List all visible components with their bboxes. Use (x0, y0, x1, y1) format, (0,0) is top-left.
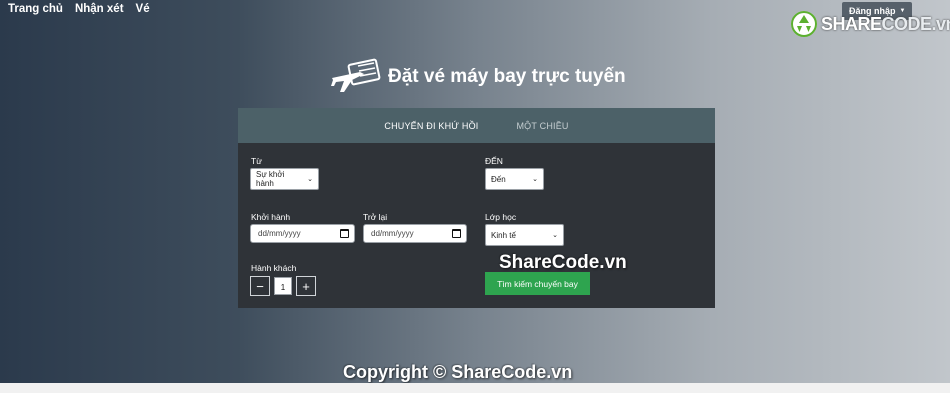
nav-tickets-link[interactable]: Vé (136, 3, 150, 15)
passengers-label: Hành khách (251, 263, 297, 273)
hero-background: Trang chủ Nhận xét Vé Đăng nhập ▼ SHAREC… (0, 0, 950, 383)
to-select-value: Đến (491, 174, 506, 184)
calendar-icon[interactable] (340, 229, 349, 238)
chevron-down-icon: ⌄ (552, 232, 558, 239)
recycle-logo-icon (791, 11, 817, 37)
increase-passengers-button[interactable]: + (296, 276, 316, 296)
to-select[interactable]: Đến ⌄ (485, 168, 544, 190)
depart-date-placeholder: dd/mm/yyyy (258, 229, 301, 238)
title-row: Đặt vé máy bay trực tuyến (330, 58, 626, 96)
top-nav: Trang chủ Nhận xét Vé (8, 3, 150, 15)
return-date-placeholder: dd/mm/yyyy (371, 229, 414, 238)
from-select[interactable]: Sự khởi hành ⌄ (250, 168, 319, 190)
search-flights-button[interactable]: Tìm kiếm chuyến bay (485, 272, 590, 295)
return-date-input[interactable]: dd/mm/yyyy (363, 224, 467, 243)
airplane-ticket-icon (331, 58, 381, 92)
passengers-stepper: − 1 + (250, 276, 316, 296)
depart-date-input[interactable]: dd/mm/yyyy (250, 224, 355, 243)
brand-text: SHARECODE.vn (821, 14, 950, 35)
from-select-value: Sự khởi hành (256, 170, 285, 188)
watermark-center: ShareCode.vn (499, 252, 627, 273)
booking-card: CHUYẾN ĐI KHỨ HỒI MỘT CHIỀU Từ Sự khởi h… (238, 108, 715, 308)
nav-reviews-link[interactable]: Nhận xét (75, 3, 124, 15)
class-label: Lớp học (485, 212, 517, 222)
passengers-count[interactable]: 1 (274, 277, 292, 295)
decrease-passengers-button[interactable]: − (250, 276, 270, 296)
watermark-copyright: Copyright © ShareCode.vn (343, 362, 573, 382)
chevron-down-icon: ⌄ (532, 176, 538, 183)
sharecode-logo: SHARECODE.vn (790, 10, 950, 38)
class-select[interactable]: Kinh tế ⌄ (485, 224, 564, 246)
brand-text-share: SHARE (821, 13, 882, 34)
page-title: Đặt vé máy bay trực tuyến (388, 66, 626, 87)
booking-form: Từ Sự khởi hành ⌄ ĐẾN Đến ⌄ Khởi hành dd… (238, 108, 715, 308)
nav-home-link[interactable]: Trang chủ (8, 3, 63, 15)
from-label: Từ (251, 156, 262, 166)
class-select-value: Kinh tế (491, 230, 516, 240)
to-label: ĐẾN (485, 156, 503, 166)
calendar-icon[interactable] (452, 229, 461, 238)
return-label: Trở lại (363, 212, 388, 222)
page-bottom-strip (0, 383, 950, 393)
chevron-down-icon: ⌄ (307, 176, 313, 183)
brand-text-code: CODE.vn (881, 13, 950, 34)
depart-label: Khởi hành (251, 212, 291, 222)
